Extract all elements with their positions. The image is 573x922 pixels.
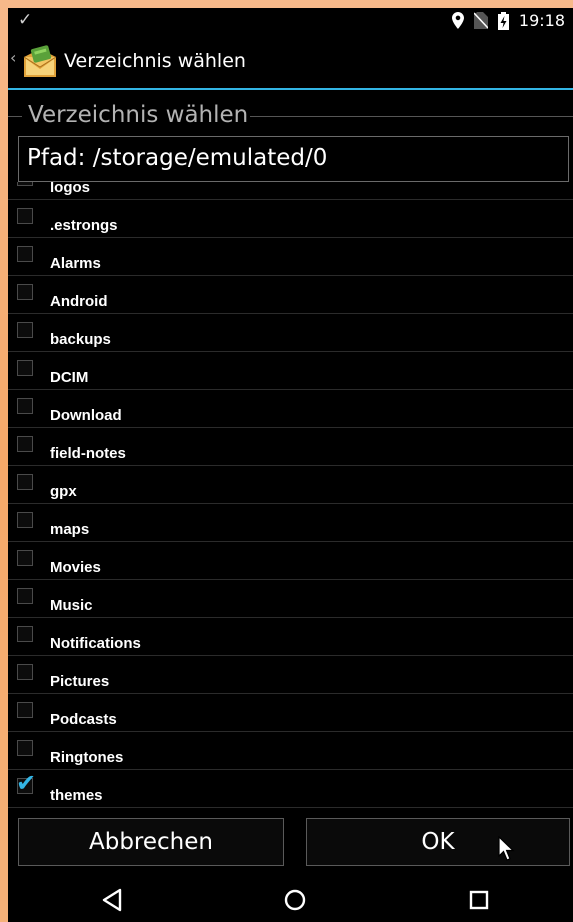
directory-checkbox[interactable] [17,398,33,414]
directory-checkbox[interactable] [17,182,33,186]
navigation-bar [8,880,573,922]
directory-label: field-notes [50,445,126,462]
mouse-cursor-icon [498,836,515,861]
directory-row[interactable]: backups [8,314,573,352]
directory-label: .estrongs [50,217,118,234]
nav-recents-icon[interactable] [468,888,490,912]
directory-row[interactable]: Download [8,390,573,428]
directory-list-items: logos .estrongs Alarms Android backups DCIM Do… [8,182,573,808]
directory-label: Alarms [50,255,101,272]
directory-row[interactable]: Music [8,580,573,618]
directory-checkbox[interactable] [17,588,33,604]
nav-home-icon[interactable] [283,888,307,912]
directory-row[interactable]: maps [8,504,573,542]
directory-checkbox[interactable] [17,474,33,490]
directory-row[interactable]: gpx [8,466,573,504]
directory-label: Ringtones [50,749,124,766]
directory-checkbox[interactable] [17,702,33,718]
title-divider [8,116,22,117]
directory-dialog: Verzeichnis wählen Pfad: /storage/emulat… [8,90,573,880]
directory-checkbox[interactable] [17,284,33,300]
directory-checkbox[interactable] [17,550,33,566]
directory-row[interactable]: Pictures [8,656,573,694]
battery-charging-icon [497,11,509,30]
directory-label: gpx [50,483,77,500]
ok-button[interactable]: OK [306,818,570,866]
directory-row[interactable]: Ringtones [8,732,573,770]
directory-label: Podcasts [50,711,117,728]
directory-checkbox[interactable] [17,512,33,528]
directory-row[interactable]: Podcasts [8,694,573,732]
directory-checkbox[interactable] [17,246,33,262]
directory-row[interactable]: .estrongs [8,200,573,238]
directory-label: Notifications [50,635,141,652]
title-divider [250,116,573,117]
path-field: Pfad: /storage/emulated/0 [18,136,569,182]
directory-label: Movies [50,559,101,576]
checkmark-icon: ✔ [16,769,37,797]
directory-checkbox[interactable] [17,360,33,376]
directory-checkbox[interactable] [17,740,33,756]
directory-row[interactable]: Notifications [8,618,573,656]
directory-row[interactable]: Alarms [8,238,573,276]
directory-row[interactable]: field-notes [8,428,573,466]
action-bar-title: Verzeichnis wählen [64,50,246,72]
phone-screen: ✓ 19:18 ‹ Verzeichnis wählen Verzeichnis… [8,8,573,922]
directory-label: themes [50,787,103,804]
dialog-buttons: Abbrechen OK [8,818,573,868]
dialog-title: Verzeichnis wählen [28,102,249,128]
cancel-button[interactable]: Abbrechen [18,818,284,866]
status-bar: ✓ 19:18 [8,8,573,34]
directory-row[interactable]: Movies [8,542,573,580]
directory-row[interactable]: logos [8,182,573,200]
directory-label: backups [50,331,111,348]
status-time: 19:18 [518,11,565,30]
location-pin-icon [451,12,464,29]
directory-checkbox[interactable] [17,208,33,224]
directory-checkbox[interactable] [17,626,33,642]
directory-row[interactable]: DCIM [8,352,573,390]
nav-back-icon[interactable] [101,888,123,912]
directory-checkbox[interactable] [17,322,33,338]
check-icon: ✓ [18,10,33,30]
back-chevron-icon[interactable]: ‹ [10,48,16,67]
path-text: Pfad: /storage/emulated/0 [27,145,328,171]
directory-label: Music [50,597,93,614]
no-sim-icon [473,12,488,29]
directory-list[interactable]: logos .estrongs Alarms Android backups DCIM Do… [8,182,573,808]
status-icons: 19:18 [451,11,565,30]
directory-row[interactable]: ✔ themes [8,770,573,808]
dialog-title-row: Verzeichnis wählen [8,100,573,132]
action-bar: ‹ Verzeichnis wählen [8,34,573,90]
directory-label: maps [50,521,90,538]
directory-checkbox[interactable] [17,664,33,680]
directory-label: Download [50,407,122,424]
directory-label: Android [50,293,108,310]
app-logo-icon[interactable] [22,45,58,79]
directory-label: logos [50,182,90,196]
directory-checkbox[interactable]: ✔ [16,771,36,795]
directory-label: Pictures [50,673,110,690]
directory-row[interactable]: Android [8,276,573,314]
directory-checkbox[interactable] [17,436,33,452]
directory-label: DCIM [50,369,89,386]
